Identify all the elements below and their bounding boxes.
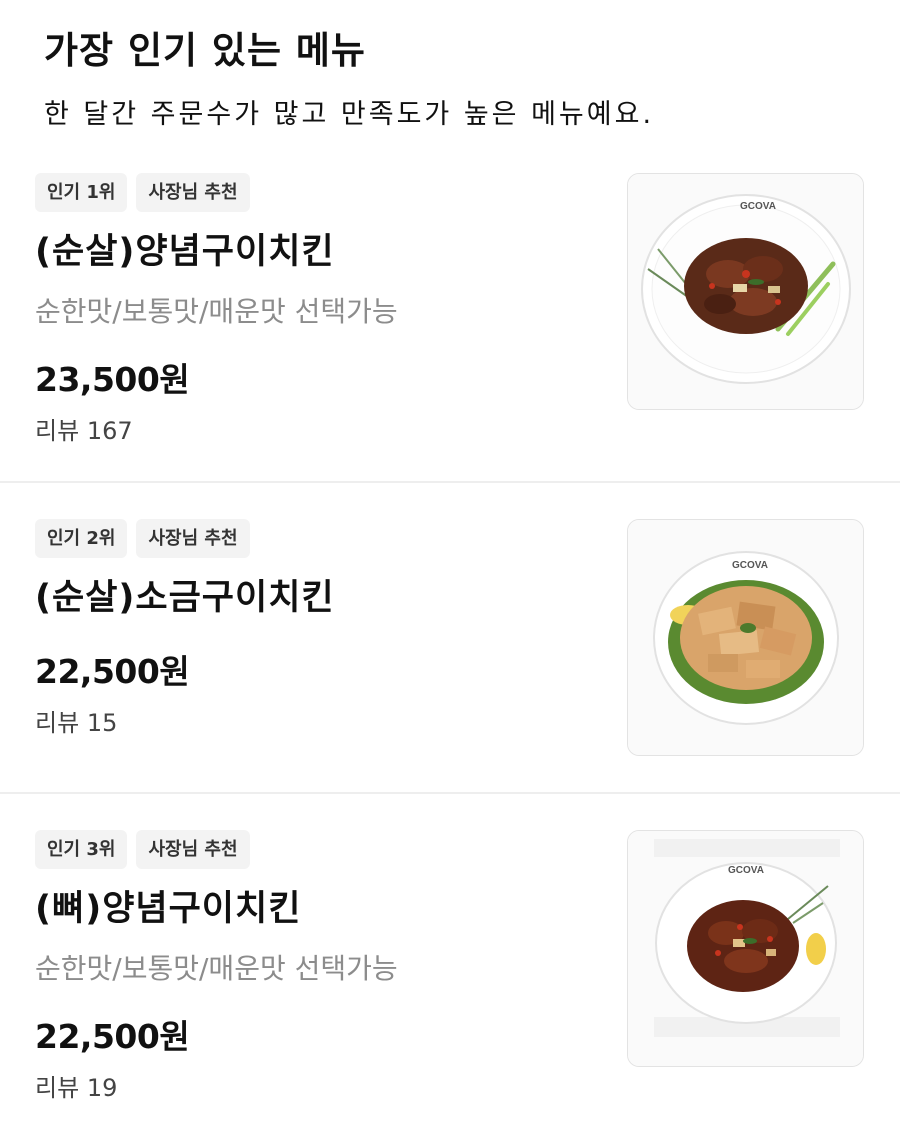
plate-logo: GCOVA bbox=[728, 865, 764, 876]
menu-description: 순한맛/보통맛/매운맛 선택가능 bbox=[35, 295, 398, 328]
review-label: 리뷰 bbox=[35, 709, 80, 737]
menu-image[interactable]: GCOVA bbox=[627, 830, 864, 1067]
divider bbox=[0, 792, 900, 794]
menu-image[interactable]: GCOVA bbox=[627, 519, 864, 756]
menu-price: 22,500원 bbox=[35, 1017, 190, 1056]
review-label: 리뷰 bbox=[35, 417, 80, 445]
review-number: 167 bbox=[86, 417, 133, 445]
chicken-plate-image: GCOVA bbox=[628, 174, 863, 409]
review-count: 리뷰 19 bbox=[35, 1068, 117, 1103]
owner-recommend-tag: 사장님 추천 bbox=[136, 173, 250, 212]
review-number: 15 bbox=[86, 709, 118, 737]
menu-list: 인기 1위 사장님 추천 (순살)양념구이치킨 순한맛/보통맛/매운맛 선택가능… bbox=[0, 0, 900, 1139]
plate-logo: GCOVA bbox=[732, 560, 768, 571]
menu-name: (순살)양념구이치킨 bbox=[35, 232, 335, 272]
menu-item[interactable]: 인기 3위 사장님 추천 (뼈)양념구이치킨 순한맛/보통맛/매운맛 선택가능 … bbox=[0, 830, 900, 1139]
review-count: 리뷰 167 bbox=[35, 411, 133, 446]
tag-group: 인기 2위 사장님 추천 bbox=[35, 519, 250, 558]
menu-price: 22,500원 bbox=[35, 652, 190, 691]
review-count: 리뷰 15 bbox=[35, 703, 117, 738]
tag-group: 인기 3위 사장님 추천 bbox=[35, 830, 250, 869]
chicken-plate-image: GCOVA bbox=[628, 520, 863, 755]
menu-image[interactable]: GCOVA bbox=[627, 173, 864, 410]
divider bbox=[0, 481, 900, 483]
menu-name: (뼈)양념구이치킨 bbox=[35, 889, 302, 929]
plate-logo: GCOVA bbox=[740, 201, 776, 212]
chicken-plate-image: GCOVA bbox=[628, 831, 863, 1066]
menu-description: 순한맛/보통맛/매운맛 선택가능 bbox=[35, 952, 398, 985]
owner-recommend-tag: 사장님 추천 bbox=[136, 830, 250, 869]
review-number: 19 bbox=[86, 1074, 118, 1102]
menu-item[interactable]: 인기 1위 사장님 추천 (순살)양념구이치킨 순한맛/보통맛/매운맛 선택가능… bbox=[0, 173, 900, 483]
rank-tag: 인기 3위 bbox=[35, 830, 128, 869]
rank-tag: 인기 1위 bbox=[35, 173, 128, 212]
review-label: 리뷰 bbox=[35, 1074, 80, 1102]
rank-tag: 인기 2위 bbox=[35, 519, 128, 558]
menu-name: (순살)소금구이치킨 bbox=[35, 578, 335, 618]
menu-item[interactable]: 인기 2위 사장님 추천 (순살)소금구이치킨 22,500원 리뷰 15 GC… bbox=[0, 519, 900, 829]
owner-recommend-tag: 사장님 추천 bbox=[136, 519, 250, 558]
tag-group: 인기 1위 사장님 추천 bbox=[35, 173, 250, 212]
menu-price: 23,500원 bbox=[35, 360, 190, 399]
